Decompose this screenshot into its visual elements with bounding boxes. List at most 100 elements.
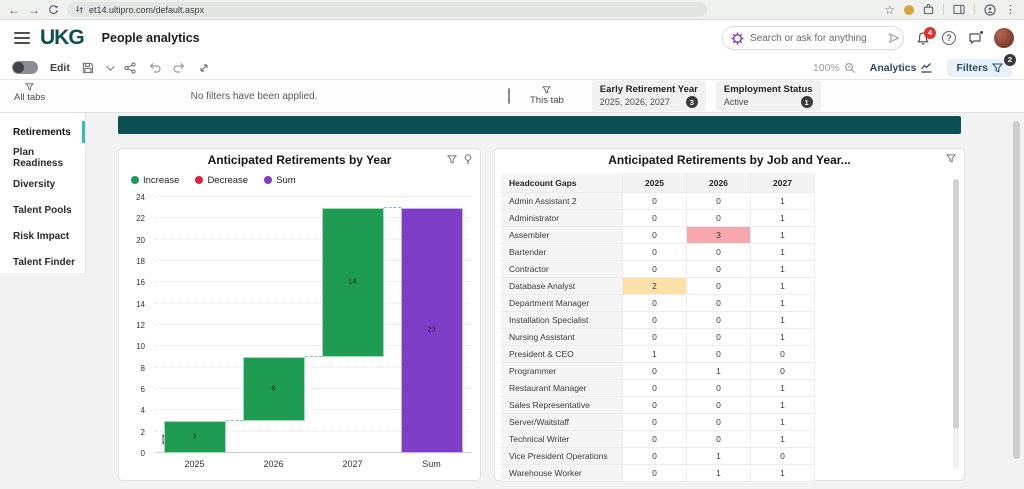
value-cell[interactable]: 0: [623, 397, 687, 414]
value-cell[interactable]: 1: [687, 363, 751, 380]
value-cell[interactable]: 0: [687, 312, 751, 329]
chart-bar-sum[interactable]: 23: [401, 208, 463, 453]
chart-filter-icon[interactable]: [447, 155, 457, 164]
value-cell[interactable]: 1: [687, 465, 751, 482]
feedback-button[interactable]: [968, 32, 982, 45]
save-icon[interactable]: [82, 62, 94, 74]
site-info-icon[interactable]: [75, 5, 84, 14]
extension-dot-icon[interactable]: [904, 5, 914, 15]
analytics-button[interactable]: Analytics: [870, 62, 934, 74]
job-cell[interactable]: Technical Writer: [501, 431, 623, 448]
job-cell[interactable]: Department Manager: [501, 295, 623, 312]
value-cell[interactable]: 1: [623, 346, 687, 363]
value-cell[interactable]: 1: [751, 414, 815, 431]
chart-bar-2027[interactable]: 14: [322, 208, 384, 357]
value-cell[interactable]: 0: [623, 193, 687, 210]
value-cell[interactable]: 0: [623, 414, 687, 431]
bookmark-star-icon[interactable]: ☆: [884, 4, 895, 16]
job-cell[interactable]: Vice President Operations: [501, 448, 623, 465]
chart-bar-2025[interactable]: 3: [164, 421, 226, 453]
value-cell[interactable]: 1: [751, 210, 815, 227]
browser-back-icon[interactable]: ←: [8, 4, 20, 16]
sidebar-item-retirements[interactable]: Retirements: [0, 119, 85, 145]
job-cell[interactable]: Warehouse Worker: [501, 465, 623, 482]
column-header-2027[interactable]: 2027: [751, 173, 815, 193]
job-cell[interactable]: Installation Specialist: [501, 312, 623, 329]
this-tab-section[interactable]: This tab: [530, 86, 564, 106]
value-cell[interactable]: 0: [687, 295, 751, 312]
value-cell[interactable]: 0: [687, 346, 751, 363]
sidebar-item-diversity[interactable]: Diversity: [0, 171, 85, 197]
value-cell[interactable]: 0: [687, 261, 751, 278]
value-cell[interactable]: 1: [751, 312, 815, 329]
value-cell[interactable]: 1: [751, 227, 815, 244]
value-cell[interactable]: 0: [687, 414, 751, 431]
value-cell[interactable]: 0: [751, 346, 815, 363]
zoom-control[interactable]: 100%: [813, 62, 856, 74]
column-header-2025[interactable]: 2025: [623, 173, 687, 193]
chart-bar-2026[interactable]: 6: [243, 357, 305, 421]
value-cell[interactable]: 0: [687, 431, 751, 448]
side-panel-icon[interactable]: [953, 4, 965, 15]
value-cell[interactable]: 0: [623, 244, 687, 261]
extensions-icon[interactable]: [923, 4, 934, 15]
filter-chip-early-retirement-year[interactable]: Early Retirement Year 2025, 2026, 2027 3: [592, 81, 706, 111]
job-cell[interactable]: Server/Waitstaff: [501, 414, 623, 431]
value-cell[interactable]: 1: [751, 431, 815, 448]
job-cell[interactable]: Nursing Assistant: [501, 329, 623, 346]
browser-profile-icon[interactable]: [984, 4, 996, 16]
ukg-logo[interactable]: UKG: [40, 26, 84, 50]
sidebar-item-risk-impact[interactable]: Risk Impact: [0, 223, 85, 249]
value-cell[interactable]: 0: [623, 210, 687, 227]
value-cell[interactable]: 0: [623, 465, 687, 482]
share-icon[interactable]: [124, 62, 136, 74]
value-cell[interactable]: 0: [623, 448, 687, 465]
value-cell[interactable]: 1: [751, 380, 815, 397]
job-cell[interactable]: Assembler: [501, 227, 623, 244]
chevron-down-icon[interactable]: [106, 62, 114, 70]
job-cell[interactable]: Programmer: [501, 363, 623, 380]
job-cell[interactable]: Sales Representative: [501, 397, 623, 414]
value-cell[interactable]: 0: [751, 363, 815, 380]
filter-chip-employment-status[interactable]: Employment Status Active 1: [716, 81, 821, 111]
value-cell[interactable]: 1: [751, 278, 815, 295]
search-bar[interactable]: [722, 26, 904, 50]
page-scrollbar[interactable]: [1013, 121, 1020, 481]
job-cell[interactable]: Admin Assistant 2: [501, 193, 623, 210]
edit-toggle[interactable]: [12, 61, 38, 74]
search-input[interactable]: [750, 33, 882, 44]
job-cell[interactable]: President & CEO: [501, 346, 623, 363]
send-icon[interactable]: [888, 32, 900, 44]
value-cell[interactable]: 0: [623, 312, 687, 329]
value-cell[interactable]: 0: [623, 227, 687, 244]
job-cell[interactable]: Contractor: [501, 261, 623, 278]
browser-forward-icon[interactable]: →: [28, 4, 40, 16]
job-cell[interactable]: Bartender: [501, 244, 623, 261]
value-cell[interactable]: 0: [623, 431, 687, 448]
value-cell[interactable]: 0: [687, 193, 751, 210]
value-cell[interactable]: 1: [687, 448, 751, 465]
value-cell[interactable]: 1: [751, 295, 815, 312]
column-header-2026[interactable]: 2026: [687, 173, 751, 193]
value-cell[interactable]: 0: [623, 261, 687, 278]
url-bar[interactable]: et14.ultipro.com/default.aspx: [67, 2, 707, 17]
job-cell[interactable]: Restaurant Manager: [501, 380, 623, 397]
sidebar-item-plan-readiness[interactable]: Plan Readiness: [0, 145, 85, 171]
job-cell[interactable]: Database Analyst: [501, 278, 623, 295]
value-cell[interactable]: 0: [623, 295, 687, 312]
value-cell[interactable]: 0: [687, 210, 751, 227]
menu-icon[interactable]: [14, 32, 30, 44]
fullscreen-icon[interactable]: [198, 62, 210, 74]
table-filter-icon[interactable]: [946, 154, 956, 163]
value-cell[interactable]: 0: [623, 363, 687, 380]
splitter-handle[interactable]: [508, 88, 510, 104]
value-cell[interactable]: 1: [751, 193, 815, 210]
filters-button[interactable]: Filters 2: [947, 59, 1012, 77]
value-cell[interactable]: 1: [751, 397, 815, 414]
all-tabs-section[interactable]: All tabs: [14, 83, 45, 103]
value-cell[interactable]: 0: [623, 329, 687, 346]
value-cell[interactable]: 0: [687, 278, 751, 295]
value-cell[interactable]: 1: [751, 261, 815, 278]
value-cell[interactable]: 1: [751, 244, 815, 261]
value-cell[interactable]: 3: [687, 227, 751, 244]
